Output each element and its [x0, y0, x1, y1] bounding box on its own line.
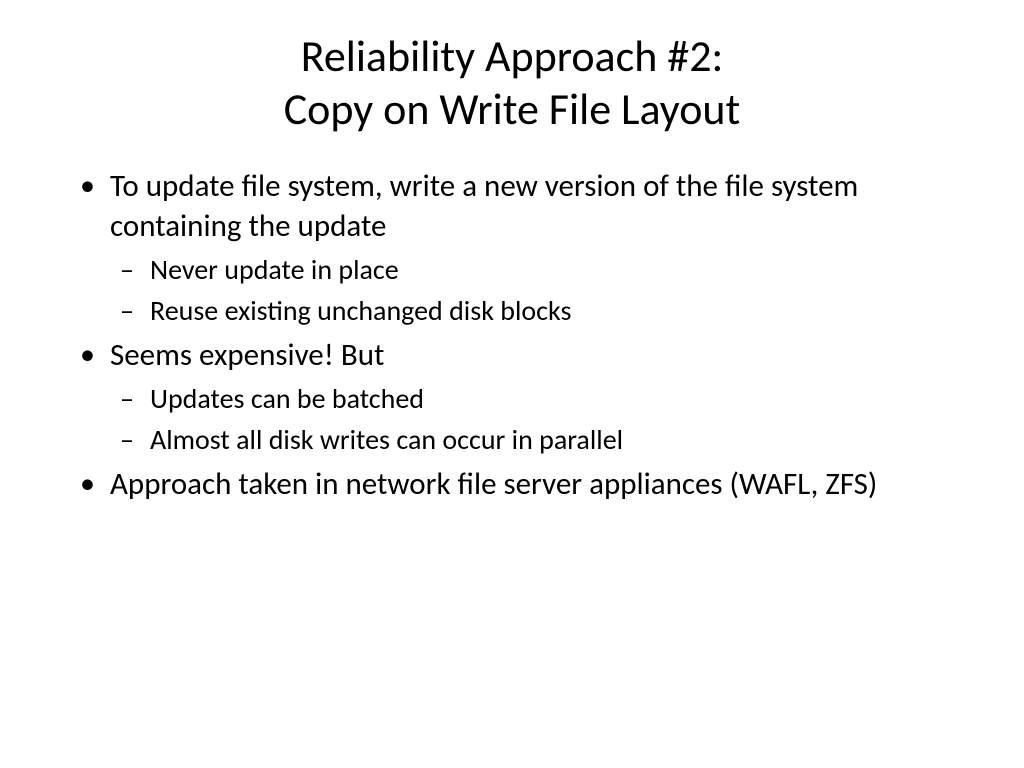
sub-bullet-text: Almost all disk writes can occur in para…	[150, 422, 623, 457]
title-line-2: Copy on Write File Layout	[70, 83, 954, 136]
sub-bullet-text: Never update in place	[150, 252, 399, 287]
title-line-1: Reliability Approach #2:	[70, 30, 954, 83]
sub-bullet-item: Almost all disk writes can occur in para…	[110, 422, 954, 458]
bullet-text: Approach taken in network file server ap…	[110, 465, 877, 503]
sub-bullet-text: Reuse existing unchanged disk blocks	[150, 293, 571, 328]
slide-title: Reliability Approach #2: Copy on Write F…	[70, 30, 954, 136]
bullet-text: Seems expensive! But	[110, 336, 384, 374]
slide-content: To update file system, write a new versi…	[70, 166, 954, 505]
bullet-text: To update file system, write a new versi…	[110, 167, 858, 245]
sub-bullet-list: Never update in place Reuse existing unc…	[110, 252, 954, 329]
bullet-item: Seems expensive! But Updates can be batc…	[70, 335, 954, 458]
sub-bullet-item: Never update in place	[110, 252, 954, 288]
bullet-item: To update file system, write a new versi…	[70, 166, 954, 329]
sub-bullet-list: Updates can be batched Almost all disk w…	[110, 381, 954, 458]
bullet-list: To update file system, write a new versi…	[70, 166, 954, 505]
sub-bullet-text: Updates can be batched	[150, 381, 424, 416]
bullet-item: Approach taken in network file server ap…	[70, 464, 954, 504]
sub-bullet-item: Updates can be batched	[110, 381, 954, 417]
sub-bullet-item: Reuse existing unchanged disk blocks	[110, 293, 954, 329]
